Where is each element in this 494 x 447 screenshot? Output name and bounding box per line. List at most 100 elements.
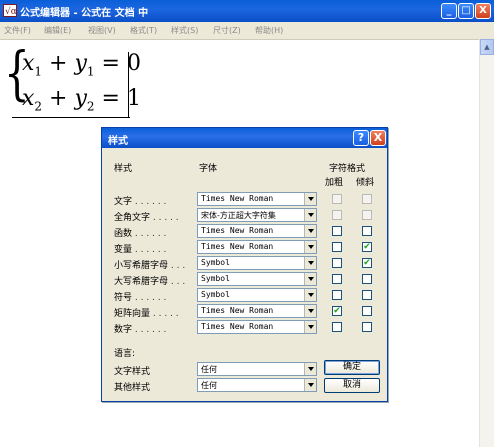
- eq1-y: y: [74, 51, 87, 76]
- eq2-x: x: [22, 86, 35, 111]
- row-label: 文字样式: [114, 367, 151, 377]
- equation-line-1[interactable]: x1 + y1 = 0: [22, 51, 141, 78]
- header-style: 样式: [114, 164, 133, 174]
- menu-format[interactable]: 格式(T): [130, 25, 157, 36]
- equation-line-2[interactable]: x2 + y2 = 1: [22, 86, 141, 113]
- language-select-other-style[interactable]: 任何: [197, 378, 317, 392]
- italic-checkbox-fullwidth[interactable]: [362, 210, 372, 220]
- font-select-symbol[interactable]: Symbol: [197, 288, 317, 302]
- eq1-rhs: 0: [126, 51, 141, 76]
- menu-bar: 文件(F) 编辑(E) 视图(V) 格式(T) 样式(S) 尺寸(Z) 帮助(H…: [0, 22, 494, 40]
- bold-checkbox-uc-greek[interactable]: [332, 274, 342, 284]
- font-select-text[interactable]: Times New Roman: [197, 192, 317, 206]
- style-row-function: 函数 . . . . . . Times New Roman: [102, 224, 387, 240]
- dialog-title: 样式: [108, 136, 128, 147]
- italic-checkbox-uc-greek[interactable]: [362, 274, 372, 284]
- window-title-bar[interactable]: √α 公式编辑器 - 公式在 文档 中 _ □ X: [0, 0, 494, 22]
- row-label: 全角文字 . . . . .: [114, 213, 179, 223]
- row-label: 小写希腊字母 . . .: [114, 261, 186, 271]
- bold-checkbox-fullwidth[interactable]: [332, 210, 342, 220]
- ok-button[interactable]: 确定: [324, 360, 380, 375]
- slot-underline: [12, 117, 130, 118]
- font-select-lc-greek[interactable]: Symbol: [197, 256, 317, 270]
- eq1-equals: =: [94, 51, 127, 76]
- close-button[interactable]: X: [475, 3, 491, 19]
- italic-checkbox-variable[interactable]: ✔: [362, 242, 372, 252]
- equation-area[interactable]: { x1 + y1 = 0 x2 + y2 = 1: [0, 39, 141, 121]
- italic-checkbox-function[interactable]: [362, 226, 372, 236]
- chevron-down-icon[interactable]: [304, 379, 316, 391]
- chevron-down-icon[interactable]: [304, 305, 316, 317]
- font-select-number[interactable]: Times New Roman: [197, 320, 317, 334]
- chevron-down-icon[interactable]: [304, 363, 316, 375]
- language-label: 语言:: [114, 349, 136, 359]
- chevron-down-icon[interactable]: [304, 289, 316, 301]
- equation-editor-app-icon: √α: [3, 4, 17, 17]
- header-font: 字体: [199, 164, 218, 174]
- maximize-button[interactable]: □: [458, 3, 474, 19]
- bold-checkbox-symbol[interactable]: [332, 290, 342, 300]
- italic-checkbox-number[interactable]: [362, 322, 372, 332]
- bold-checkbox-text[interactable]: [332, 194, 342, 204]
- bold-checkbox-matrix-vector[interactable]: ✔: [332, 306, 342, 316]
- menu-size[interactable]: 尺寸(Z): [213, 25, 241, 36]
- window-title: 公式编辑器 - 公式在 文档 中: [20, 8, 149, 19]
- italic-checkbox-lc-greek[interactable]: ✔: [362, 258, 372, 268]
- font-select-uc-greek[interactable]: Symbol: [197, 272, 317, 286]
- chevron-down-icon[interactable]: [304, 209, 316, 221]
- svg-text:√α: √α: [5, 6, 16, 16]
- row-label: 变量 . . . . . .: [114, 245, 167, 255]
- chevron-down-icon[interactable]: [304, 321, 316, 333]
- font-select-matrix-vector[interactable]: Times New Roman: [197, 304, 317, 318]
- eq2-y-subscript: 2: [86, 99, 95, 114]
- menu-style[interactable]: 样式(S): [171, 25, 198, 36]
- eq1-x: x: [22, 51, 35, 76]
- header-italic: 倾斜: [356, 178, 375, 188]
- bold-checkbox-lc-greek[interactable]: [332, 258, 342, 268]
- italic-checkbox-text[interactable]: [362, 194, 372, 204]
- style-row-lc-greek: 小写希腊字母 . . . Symbol ✔: [102, 256, 387, 272]
- chevron-down-icon[interactable]: [304, 273, 316, 285]
- bold-checkbox-variable[interactable]: [332, 242, 342, 252]
- eq2-y: y: [74, 86, 87, 111]
- font-select-variable[interactable]: Times New Roman: [197, 240, 317, 254]
- language-select-text-style[interactable]: 任何: [197, 362, 317, 376]
- row-label: 函数 . . . . . .: [114, 229, 167, 239]
- italic-checkbox-matrix-vector[interactable]: [362, 306, 372, 316]
- eq2-rhs: 1: [126, 86, 141, 111]
- style-row-matrix-vector: 矩阵向量 . . . . . Times New Roman ✔: [102, 304, 387, 320]
- style-dialog: 样式 ? X 样式 字体 字符格式 加粗 倾斜 文字 . . . . . . T…: [101, 127, 388, 402]
- chevron-down-icon[interactable]: [304, 225, 316, 237]
- eq1-plus: +: [42, 51, 75, 76]
- dialog-help-button[interactable]: ?: [353, 130, 369, 146]
- row-label: 数字 . . . . . .: [114, 325, 167, 335]
- eq1-x-subscript: 1: [34, 64, 43, 79]
- bold-checkbox-number[interactable]: [332, 322, 342, 332]
- chevron-down-icon[interactable]: [304, 241, 316, 253]
- menu-file[interactable]: 文件(F): [4, 25, 31, 36]
- chevron-down-icon[interactable]: [304, 193, 316, 205]
- menu-view[interactable]: 视图(V): [88, 25, 116, 36]
- eq1-y-subscript: 1: [86, 64, 95, 79]
- vertical-scrollbar[interactable]: ▲: [479, 39, 494, 447]
- dialog-title-bar[interactable]: 样式 ? X: [102, 128, 387, 148]
- insertion-cursor: [128, 52, 129, 117]
- font-select-fullwidth-text[interactable]: 宋体-方正超大字符集: [197, 208, 317, 222]
- row-label: 大写希腊字母 . . .: [114, 277, 186, 287]
- header-char-format: 字符格式: [329, 164, 366, 174]
- menu-help[interactable]: 帮助(H): [255, 25, 283, 36]
- menu-edit[interactable]: 编辑(E): [44, 25, 71, 36]
- style-row-variable: 变量 . . . . . . Times New Roman ✔: [102, 240, 387, 256]
- cancel-button[interactable]: 取消: [324, 378, 380, 393]
- chevron-down-icon[interactable]: [304, 257, 316, 269]
- eq2-equals: =: [94, 86, 127, 111]
- italic-checkbox-symbol[interactable]: [362, 290, 372, 300]
- scroll-up-arrow-icon[interactable]: ▲: [480, 39, 494, 55]
- font-select-function[interactable]: Times New Roman: [197, 224, 317, 238]
- bold-checkbox-function[interactable]: [332, 226, 342, 236]
- dialog-close-button[interactable]: X: [370, 130, 386, 146]
- minimize-button[interactable]: _: [441, 3, 457, 19]
- row-label: 文字 . . . . . .: [114, 197, 167, 207]
- style-row-text: 文字 . . . . . . Times New Roman: [102, 192, 387, 208]
- row-label: 矩阵向量 . . . . .: [114, 309, 179, 319]
